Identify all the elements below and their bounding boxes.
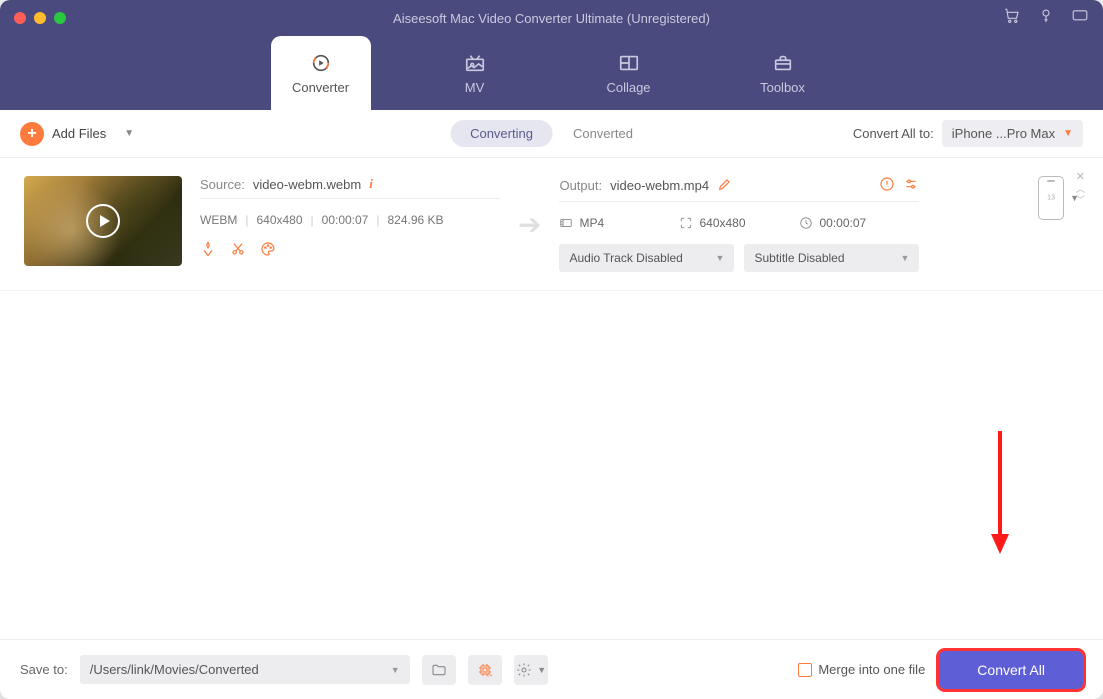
footer: Save to: /Users/link/Movies/Converted ▼ … <box>0 639 1103 699</box>
nav-collage[interactable]: Collage <box>579 36 679 110</box>
save-to-label: Save to: <box>20 662 68 677</box>
subtitle-select[interactable]: Subtitle Disabled ▼ <box>744 244 919 272</box>
move-down-button[interactable]: ﹀ <box>1076 196 1085 205</box>
feedback-icon[interactable] <box>1071 7 1089 30</box>
chevron-down-icon[interactable]: ▼ <box>124 128 134 139</box>
source-duration: 00:00:07 <box>322 213 369 227</box>
convert-all-button[interactable]: Convert All <box>939 651 1083 689</box>
output-label: Output: <box>559 178 602 193</box>
settings-sliders-icon[interactable] <box>903 176 919 195</box>
add-files-button[interactable]: + Add Files ▼ <box>20 122 134 146</box>
output-duration: 00:00:07 <box>819 216 866 230</box>
chevron-down-icon: ▼ <box>537 665 546 675</box>
output-format: MP4 <box>579 216 604 230</box>
palette-icon[interactable] <box>260 241 276 262</box>
nav-toolbox-label: Toolbox <box>760 80 805 95</box>
source-size: 824.96 KB <box>387 213 443 227</box>
titlebar: Aiseesoft Mac Video Converter Ultimate (… <box>0 0 1103 36</box>
source-resolution: 640x480 <box>256 213 302 227</box>
add-files-label: Add Files <box>52 126 106 141</box>
output-filename: video-webm.mp4 <box>610 178 709 193</box>
output-resolution: 640x480 <box>699 216 745 230</box>
convert-all-target-dropdown[interactable]: iPhone ...Pro Max ▼ <box>942 120 1083 147</box>
save-path-value: /Users/link/Movies/Converted <box>90 662 259 677</box>
window-maximize-button[interactable] <box>54 12 66 24</box>
move-up-button[interactable]: ︿ <box>1076 185 1085 194</box>
key-icon[interactable] <box>1037 7 1055 30</box>
chevron-down-icon: ▼ <box>716 253 725 263</box>
audio-track-select[interactable]: Audio Track Disabled ▼ <box>559 244 734 272</box>
svg-text:ON: ON <box>486 672 492 677</box>
chevron-down-icon: ▼ <box>391 665 400 675</box>
cut-icon[interactable] <box>230 241 246 262</box>
open-folder-button[interactable] <box>422 655 456 685</box>
arrow-right-icon: ➔ <box>518 208 541 241</box>
chevron-down-icon: ▼ <box>901 253 910 263</box>
compress-icon[interactable] <box>200 241 216 262</box>
window-minimize-button[interactable] <box>34 12 46 24</box>
convert-all-target-value: iPhone ...Pro Max <box>952 126 1055 141</box>
warning-icon[interactable] <box>879 176 895 195</box>
convert-all-to-label: Convert All to: <box>853 126 934 141</box>
tab-converted[interactable]: Converted <box>553 120 653 147</box>
chevron-down-icon: ▼ <box>1063 128 1073 139</box>
merge-label: Merge into one file <box>818 662 925 677</box>
edit-icon[interactable] <box>717 176 733 195</box>
nav-converter[interactable]: Converter <box>271 36 371 110</box>
gpu-accel-button[interactable]: ON <box>468 655 502 685</box>
play-icon <box>86 204 120 238</box>
file-item-row: Source: video-webm.webm i WEBM| 640x480|… <box>0 158 1103 291</box>
source-format: WEBM <box>200 213 237 227</box>
merge-checkbox[interactable]: Merge into one file <box>798 662 925 677</box>
device-profile-button[interactable] <box>1038 176 1064 220</box>
source-label: Source: <box>200 177 245 192</box>
window-title: Aiseesoft Mac Video Converter Ultimate (… <box>393 11 710 26</box>
plus-icon: + <box>20 122 44 146</box>
source-filename: video-webm.webm <box>253 177 361 192</box>
tab-converting[interactable]: Converting <box>450 120 553 147</box>
nav-converter-label: Converter <box>292 80 349 95</box>
window-close-button[interactable] <box>14 12 26 24</box>
cart-icon[interactable] <box>1003 7 1021 30</box>
empty-area <box>0 291 1103 639</box>
nav-collage-label: Collage <box>606 80 650 95</box>
toolbar: + Add Files ▼ Converting Converted Conve… <box>0 110 1103 158</box>
checkbox-icon <box>798 663 812 677</box>
settings-button[interactable]: ▼ <box>514 655 548 685</box>
remove-item-button[interactable]: ✕ <box>1076 172 1085 183</box>
source-meta: WEBM| 640x480| 00:00:07| 824.96 KB <box>200 213 500 227</box>
nav-mv-label: MV <box>465 80 485 95</box>
nav-toolbox[interactable]: Toolbox <box>733 36 833 110</box>
info-icon[interactable]: i <box>369 176 373 192</box>
subtitle-value: Subtitle Disabled <box>754 251 844 265</box>
nav-mv[interactable]: MV <box>425 36 525 110</box>
save-path-dropdown[interactable]: /Users/link/Movies/Converted ▼ <box>80 655 410 684</box>
main-nav: Converter MV Collage Toolbox <box>0 36 1103 110</box>
audio-track-value: Audio Track Disabled <box>569 251 682 265</box>
video-thumbnail[interactable] <box>24 176 182 266</box>
